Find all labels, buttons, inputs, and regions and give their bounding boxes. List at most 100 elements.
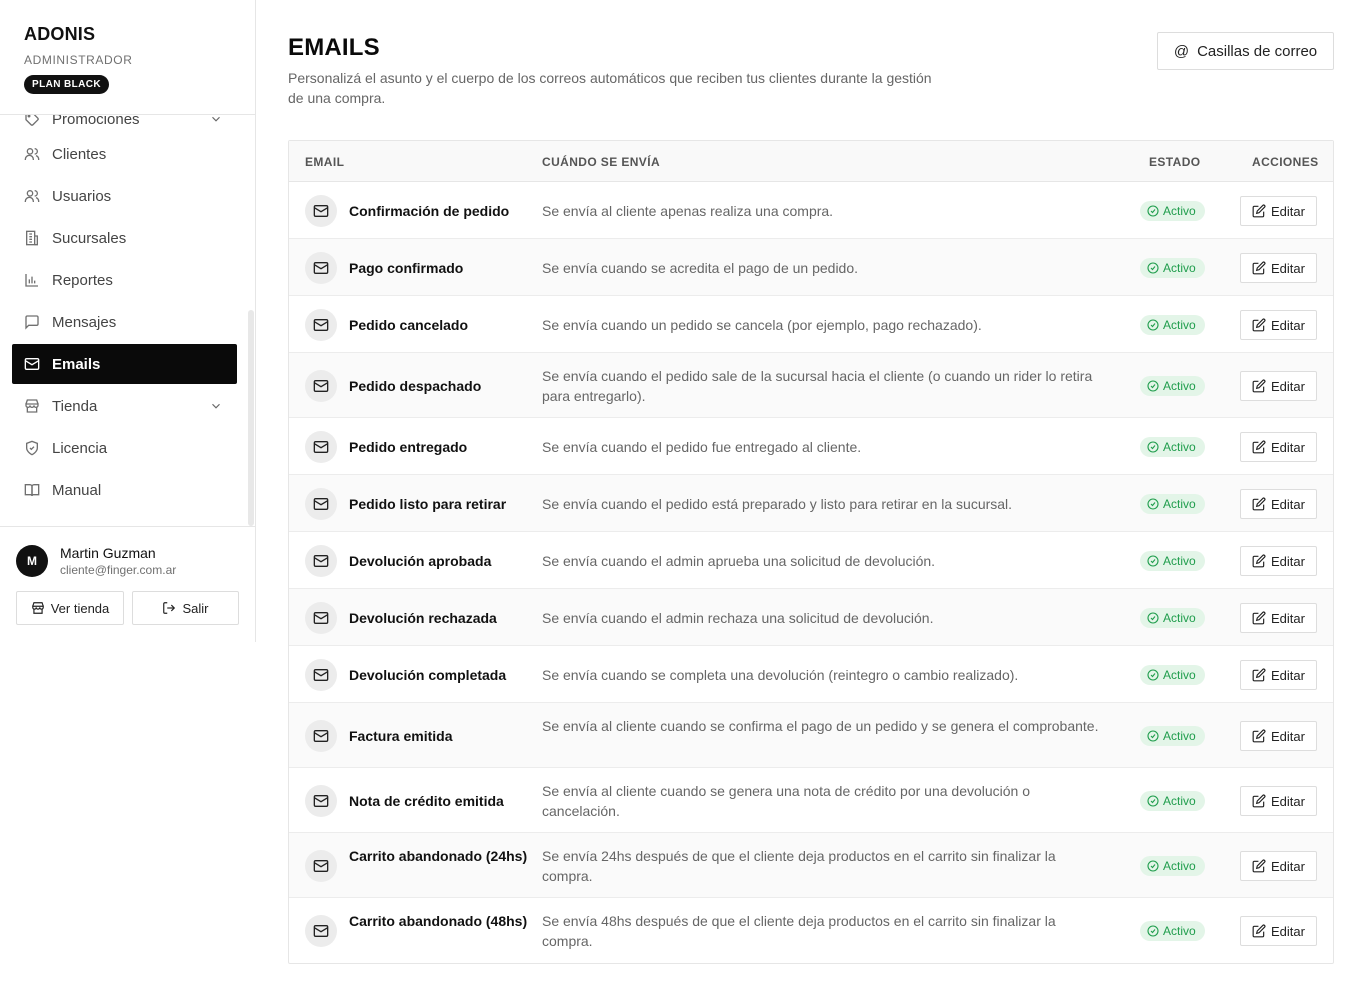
status-label: Activo: [1163, 204, 1196, 218]
table-header: EMAIL CUÁNDO SE ENVÍA ESTADO ACCIONES: [289, 141, 1333, 182]
edit-button[interactable]: Editar: [1240, 310, 1317, 340]
user-email: cliente@finger.com.ar: [60, 563, 177, 577]
sidebar-item-label: Emails: [52, 355, 101, 373]
sidebar-item-mensajes[interactable]: Mensajes: [12, 302, 237, 342]
mail-icon: [305, 488, 337, 520]
brand-role: ADMINISTRADOR: [24, 53, 133, 67]
email-name: Devolución aprobada: [349, 553, 492, 569]
chevron-down-icon: [209, 399, 223, 418]
email-when: Se envía cuando se acredita el pago de u…: [542, 260, 859, 276]
edit-button[interactable]: Editar: [1240, 916, 1317, 946]
check-circle-icon: [1147, 380, 1159, 392]
email-when: Se envía al cliente cuando se genera una…: [542, 783, 1031, 819]
edit-icon: [1252, 497, 1266, 511]
sidebar-item-usuarios[interactable]: Usuarios: [12, 176, 237, 216]
users-icon: [24, 146, 40, 162]
table-row: Confirmación de pedido Se envía al client…: [289, 182, 1333, 239]
table-row: Carrito abandonado (48hs) Se envía 48hs d…: [289, 898, 1333, 963]
email-name: Pedido cancelado: [349, 317, 469, 333]
status-badge: Activo: [1140, 258, 1205, 278]
table-row: Devolución aprobada Se envía cuando el ad…: [289, 532, 1333, 589]
edit-button[interactable]: Editar: [1240, 253, 1317, 283]
table-row: Pedido cancelado Se envía cuando un pedid…: [289, 296, 1333, 353]
check-circle-icon: [1147, 555, 1159, 567]
table-row: Factura emitida Se envía al cliente cuand…: [289, 703, 1333, 768]
status-badge: Activo: [1140, 791, 1205, 811]
edit-icon: [1252, 440, 1266, 454]
table-row: Pago confirmado Se envía cuando se acredi…: [289, 239, 1333, 296]
sidebar-nav: Promociones Clientes Usuarios Sucursales: [12, 115, 237, 526]
sidebar-item-label: Mensajes: [52, 313, 117, 331]
sidebar-item-label: Sucursales: [52, 229, 127, 247]
edit-button[interactable]: Editar: [1240, 489, 1317, 519]
sidebar-item-label: Usuarios: [52, 187, 112, 205]
check-circle-icon: [1147, 860, 1159, 872]
edit-button[interactable]: Editar: [1240, 371, 1317, 401]
edit-button[interactable]: Editar: [1240, 603, 1317, 633]
email-when: Se envía cuando el pedido sale de la suc…: [542, 368, 1093, 404]
mail-icon: [24, 356, 40, 372]
edit-button[interactable]: Editar: [1240, 546, 1317, 576]
mail-icon: [305, 370, 337, 402]
status-label: Activo: [1163, 729, 1196, 743]
mail-icon: [305, 195, 337, 227]
sidebar: ADONIS ADMINISTRADOR PLAN BLACK Promocio…: [0, 0, 256, 642]
logout-icon: [162, 601, 176, 615]
check-circle-icon: [1147, 498, 1159, 510]
edit-icon: [1252, 859, 1266, 873]
sidebar-item-sucursales[interactable]: Sucursales: [12, 218, 237, 258]
mail-icon: [305, 602, 337, 634]
sidebar-item-emails[interactable]: Emails: [12, 344, 237, 384]
email-when: Se envía al cliente apenas realiza una c…: [542, 203, 834, 219]
mail-icon: [305, 915, 337, 947]
logout-button[interactable]: Salir: [132, 591, 239, 625]
sidebar-item-tienda[interactable]: Tienda: [12, 386, 237, 426]
status-label: Activo: [1163, 668, 1196, 682]
edit-button[interactable]: Editar: [1240, 196, 1317, 226]
edit-label: Editar: [1271, 203, 1305, 219]
building-icon: [24, 230, 40, 246]
mailboxes-button[interactable]: @ Casillas de correo: [1157, 32, 1334, 70]
mailboxes-label: Casillas de correo: [1197, 42, 1318, 60]
edit-button[interactable]: Editar: [1240, 721, 1317, 751]
email-name: Pedido despachado: [349, 378, 482, 394]
sidebar-item-clientes[interactable]: Clientes: [12, 134, 237, 174]
sidebar-item-reportes[interactable]: Reportes: [12, 260, 237, 300]
edit-button[interactable]: Editar: [1240, 786, 1317, 816]
status-badge: Activo: [1140, 437, 1205, 457]
sidebar-scrollbar[interactable]: [248, 310, 254, 526]
user-name: Martin Guzman: [60, 545, 156, 561]
column-header-email: EMAIL: [305, 155, 345, 169]
table-row: Pedido listo para retirar Se envía cuando…: [289, 475, 1333, 532]
mail-icon: [305, 309, 337, 341]
page-description: Personalizá el asunto y el cuerpo de los…: [288, 70, 932, 106]
edit-button[interactable]: Editar: [1240, 660, 1317, 690]
mail-icon: [305, 431, 337, 463]
sidebar-item-label: Tienda: [52, 397, 98, 415]
email-name: Devolución completada: [349, 667, 507, 683]
sidebar-item-manual[interactable]: Manual: [12, 470, 237, 510]
edit-button[interactable]: Editar: [1240, 851, 1317, 881]
view-store-button[interactable]: Ver tienda: [16, 591, 124, 625]
chevron-down-icon: [209, 115, 223, 131]
column-header-status: ESTADO: [1149, 155, 1201, 169]
edit-label: Editar: [1271, 496, 1305, 512]
email-when: Se envía 48hs después de que el cliente …: [542, 913, 1056, 949]
edit-icon: [1252, 924, 1266, 938]
edit-button[interactable]: Editar: [1240, 432, 1317, 462]
edit-icon: [1252, 204, 1266, 218]
mail-icon: [305, 785, 337, 817]
email-when: Se envía cuando el pedido está preparado…: [542, 496, 1013, 512]
sidebar-item-label: Reportes: [52, 271, 113, 289]
email-name: Pago confirmado: [349, 260, 464, 276]
status-badge: Activo: [1140, 665, 1205, 685]
check-circle-icon: [1147, 730, 1159, 742]
edit-icon: [1252, 318, 1266, 332]
status-label: Activo: [1163, 924, 1196, 938]
column-header-when: CUÁNDO SE ENVÍA: [542, 155, 661, 169]
table-body: Confirmación de pedido Se envía al client…: [289, 182, 1333, 963]
sidebar-item-licencia[interactable]: Licencia: [12, 428, 237, 468]
email-name: Pedido entregado: [349, 439, 468, 455]
edit-label: Editar: [1271, 728, 1305, 744]
table-row: Devolución completada Se envía cuando se …: [289, 646, 1333, 703]
